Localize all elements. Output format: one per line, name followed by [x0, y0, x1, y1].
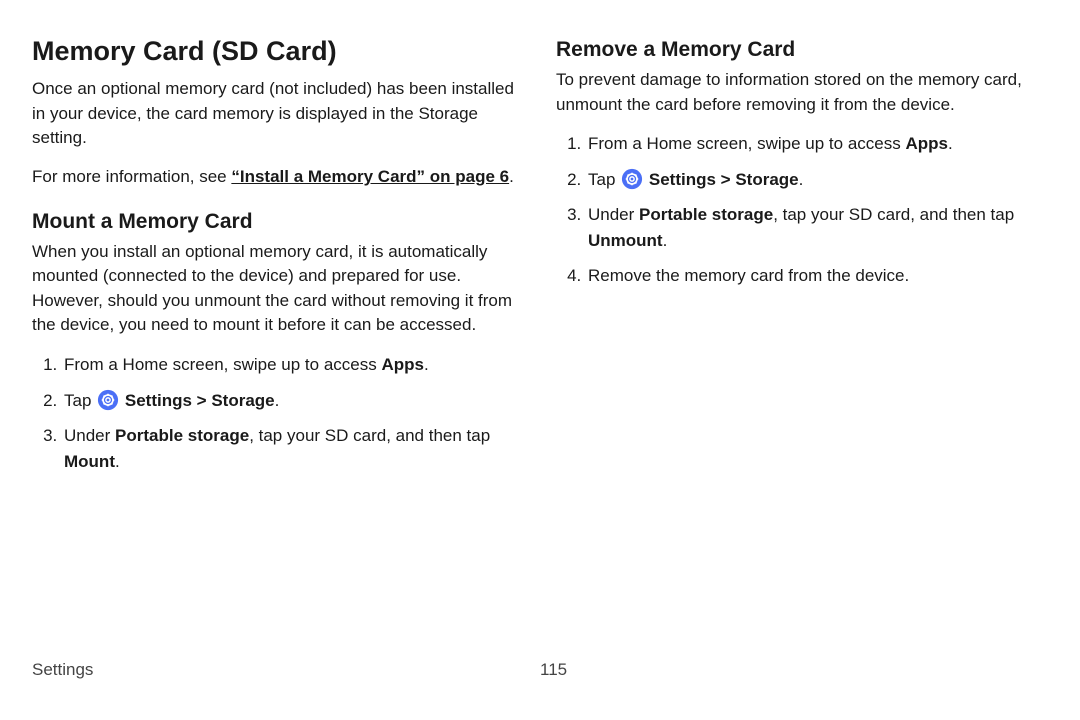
settings-gear-icon — [97, 389, 119, 411]
moreinfo-prefix: For more information, see — [32, 167, 231, 186]
settings-gear-icon — [621, 168, 643, 190]
remove-intro: To prevent damage to information stored … — [556, 68, 1048, 117]
heading-memory-card: Memory Card (SD Card) — [32, 36, 524, 67]
list-item: Tap Settings > Storage. — [62, 388, 524, 414]
list-item: From a Home screen, swipe up to access A… — [62, 352, 524, 378]
heading-mount: Mount a Memory Card — [32, 210, 524, 234]
footer-section: Settings — [32, 660, 540, 680]
list-item: Under Portable storage, tap your SD card… — [586, 202, 1048, 253]
moreinfo-link[interactable]: “Install a Memory Card” on page 6 — [231, 167, 509, 186]
left-column: Memory Card (SD Card) Once an optional m… — [32, 30, 524, 640]
moreinfo-suffix: . — [509, 167, 514, 186]
heading-remove: Remove a Memory Card — [556, 38, 1048, 62]
moreinfo-paragraph: For more information, see “Install a Mem… — [32, 165, 524, 190]
page-content: Memory Card (SD Card) Once an optional m… — [0, 0, 1080, 660]
remove-steps: From a Home screen, swipe up to access A… — [556, 131, 1048, 289]
footer-page-number: 115 — [540, 660, 567, 680]
list-item: Tap Settings > Storage. — [586, 167, 1048, 193]
mount-intro: When you install an optional memory card… — [32, 240, 524, 339]
list-item: From a Home screen, swipe up to access A… — [586, 131, 1048, 157]
intro-paragraph: Once an optional memory card (not includ… — [32, 77, 524, 151]
list-item: Under Portable storage, tap your SD card… — [62, 423, 524, 474]
mount-steps: From a Home screen, swipe up to access A… — [32, 352, 524, 474]
page-footer: Settings 115 — [0, 660, 1080, 680]
right-column: Remove a Memory Card To prevent damage t… — [556, 30, 1048, 640]
list-item: Remove the memory card from the device. — [586, 263, 1048, 289]
